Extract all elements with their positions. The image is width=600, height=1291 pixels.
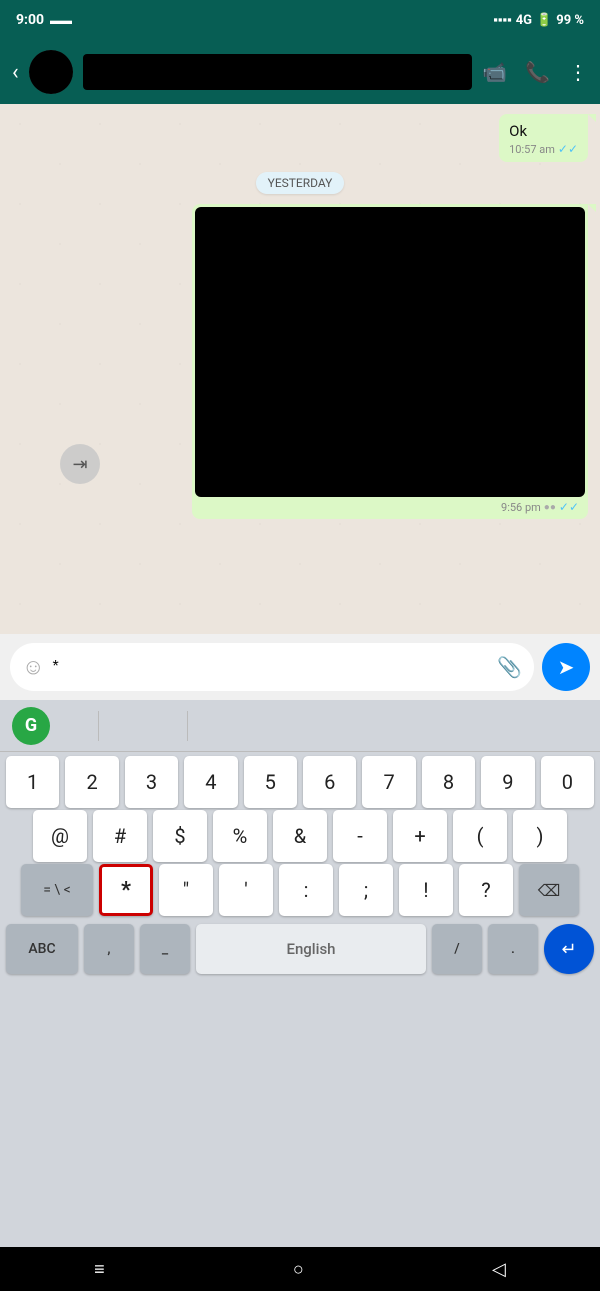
contact-name-redacted: [83, 54, 473, 90]
key-ampersand[interactable]: &: [273, 810, 327, 862]
time: 9:00: [16, 12, 44, 28]
keys-area: 1 2 3 4 5 6 7 8 9 0 @ # $ % & - + ( ) = …: [0, 752, 600, 1247]
key-equals-backslash[interactable]: = \ <: [21, 864, 93, 916]
key-open-paren[interactable]: (: [453, 810, 507, 862]
input-bar: ☺ 📎 ➤: [0, 634, 600, 700]
battery-level: 99 %: [556, 13, 584, 28]
key-3[interactable]: 3: [125, 756, 178, 808]
key-abc[interactable]: ABC: [6, 924, 78, 974]
key-7[interactable]: 7: [362, 756, 415, 808]
key-at[interactable]: @: [33, 810, 87, 862]
grammarly-bar: G: [0, 700, 600, 752]
key-slash[interactable]: /: [432, 924, 482, 974]
bubble-text-ok: Ok: [509, 122, 578, 140]
message-ok: Ok 10:57 am ✓✓: [12, 114, 588, 162]
bubble-time-ok: 10:57 am ✓✓: [509, 142, 578, 156]
divider-2: [187, 711, 188, 741]
key-space[interactable]: English: [196, 924, 426, 974]
key-2[interactable]: 2: [65, 756, 118, 808]
attach-button[interactable]: 📎: [497, 655, 522, 679]
key-period[interactable]: .: [488, 924, 538, 974]
date-pill: YESTERDAY: [256, 172, 345, 194]
signal-bars: ▪▪▪▪: [493, 12, 511, 28]
number-row: 1 2 3 4 5 6 7 8 9 0: [0, 756, 600, 808]
key-comma[interactable]: ,: [84, 924, 134, 974]
key-semicolon[interactable]: ;: [339, 864, 393, 916]
key-1[interactable]: 1: [6, 756, 59, 808]
status-right-area: ▪▪▪▪ 4G 🔋 99 %: [493, 12, 584, 28]
nav-menu-button[interactable]: ≡: [74, 1251, 125, 1288]
check-marks-ok: ✓✓: [558, 142, 578, 156]
chat-header: ‹ 📹 📞 ⋮: [0, 40, 600, 104]
sim-icon: ▬▬: [50, 14, 72, 27]
divider-1: [98, 711, 99, 741]
key-exclaim[interactable]: !: [399, 864, 453, 916]
key-quote[interactable]: ": [159, 864, 213, 916]
key-minus[interactable]: -: [333, 810, 387, 862]
key-underscore[interactable]: _: [140, 924, 190, 974]
video-check-marks: ✓✓: [559, 500, 579, 514]
battery-icon: 🔋: [536, 13, 552, 28]
symbol-row-1: @ # $ % & - + ( ): [0, 810, 600, 862]
key-5[interactable]: 5: [244, 756, 297, 808]
key-dollar[interactable]: $: [153, 810, 207, 862]
symbol-row-2: = \ < * " ' : ; ! ? ⌫: [0, 864, 600, 916]
bubble-ok: Ok 10:57 am ✓✓: [499, 114, 588, 162]
more-options-icon[interactable]: ⋮: [568, 60, 588, 84]
key-6[interactable]: 6: [303, 756, 356, 808]
header-actions: 📹 📞 ⋮: [482, 60, 588, 84]
call-icon[interactable]: 📞: [525, 60, 550, 84]
key-colon[interactable]: :: [279, 864, 333, 916]
key-8[interactable]: 8: [422, 756, 475, 808]
status-bar: 9:00 ▬▬ ▪▪▪▪ 4G 🔋 99 %: [0, 0, 600, 40]
key-hash[interactable]: #: [93, 810, 147, 862]
key-plus[interactable]: +: [393, 810, 447, 862]
backspace-key[interactable]: ⌫: [519, 864, 579, 916]
key-enter[interactable]: ↵: [544, 924, 594, 974]
bottom-keyboard-row: ABC , _ English / . ↵: [0, 918, 600, 980]
back-button[interactable]: ‹: [12, 60, 19, 85]
input-wrapper: ☺ 📎: [10, 643, 534, 691]
key-9[interactable]: 9: [481, 756, 534, 808]
video-thumbnail[interactable]: [195, 207, 585, 497]
keyboard: G 1 2 3 4 5 6 7 8 9 0 @ # $ % & - + (: [0, 700, 600, 1247]
emoji-button[interactable]: ☺: [22, 654, 44, 680]
key-asterisk[interactable]: *: [99, 864, 153, 916]
avatar[interactable]: [29, 50, 73, 94]
video-time-row: 9:56 pm ●● ✓✓: [195, 497, 585, 516]
date-divider: YESTERDAY: [12, 172, 588, 194]
key-0[interactable]: 0: [541, 756, 594, 808]
message-input[interactable]: [52, 658, 489, 676]
key-apostrophe[interactable]: ': [219, 864, 273, 916]
network-type: 4G: [516, 13, 532, 28]
send-button[interactable]: ➤: [542, 643, 590, 691]
key-question[interactable]: ?: [459, 864, 513, 916]
nav-back-button[interactable]: ◁: [472, 1251, 526, 1288]
nav-home-button[interactable]: ○: [273, 1251, 324, 1288]
chat-area: Ok 10:57 am ✓✓ YESTERDAY 9:56 pm ●● ✓✓ ⇥: [0, 104, 600, 634]
key-4[interactable]: 4: [184, 756, 237, 808]
key-close-paren[interactable]: ): [513, 810, 567, 862]
grammarly-icon[interactable]: G: [12, 707, 50, 745]
video-call-icon[interactable]: 📹: [482, 60, 507, 84]
key-percent[interactable]: %: [213, 810, 267, 862]
forward-button[interactable]: ⇥: [60, 444, 100, 484]
video-time: 9:56 pm: [501, 501, 541, 514]
status-time-area: 9:00 ▬▬: [16, 12, 72, 28]
nav-bar: ≡ ○ ◁: [0, 1247, 600, 1291]
send-icon: ➤: [558, 655, 575, 679]
video-bubble: 9:56 pm ●● ✓✓: [192, 204, 588, 519]
